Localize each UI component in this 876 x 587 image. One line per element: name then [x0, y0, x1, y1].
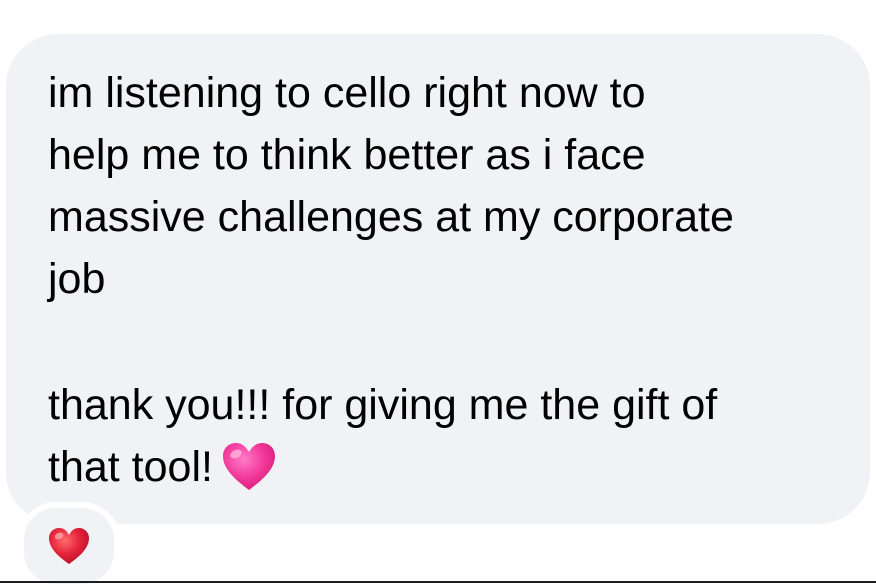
message-bubble[interactable]: im listening to cello right now to help … — [6, 34, 870, 524]
message-line: massive challenges at my corporate — [48, 193, 734, 241]
reaction-badge[interactable] — [18, 502, 120, 587]
message-line: help me to think better as i face — [48, 131, 646, 179]
red-heart-icon — [49, 528, 89, 564]
message-last-line: that tool! — [48, 436, 277, 498]
divider — [0, 581, 876, 583]
message-line: that tool! — [48, 443, 213, 491]
message-line: job — [48, 255, 106, 303]
message-line: thank you!!! for giving me the gift of — [48, 381, 718, 429]
message-line: im listening to cello right now to — [48, 69, 646, 117]
pink-heart-icon — [221, 441, 277, 493]
